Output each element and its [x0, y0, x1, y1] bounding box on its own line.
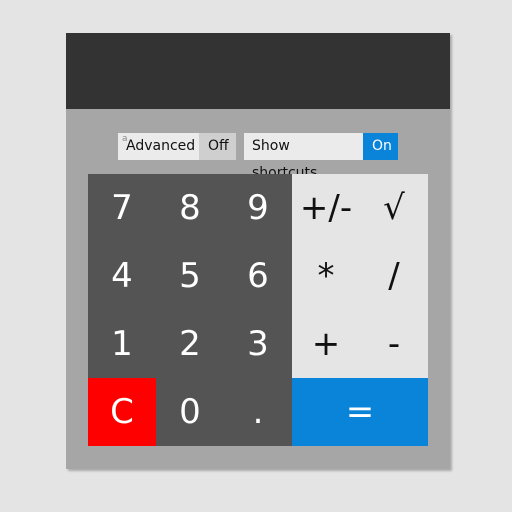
key-subtract[interactable]: -: [360, 310, 428, 378]
key-2[interactable]: 2: [156, 310, 224, 378]
key-5[interactable]: 5: [156, 242, 224, 310]
advanced-toggle[interactable]: a Advanced Off: [118, 133, 236, 160]
show-shortcuts-toggle[interactable]: Show shortcuts On: [244, 133, 398, 181]
advanced-toggle-label: Advanced: [126, 138, 196, 154]
advanced-toggle-label-box: a Advanced: [118, 133, 199, 160]
key-add[interactable]: +: [292, 310, 360, 378]
key-9[interactable]: 9: [224, 174, 292, 242]
key-6[interactable]: 6: [224, 242, 292, 310]
key-divide[interactable]: /: [360, 242, 428, 310]
key-square-root[interactable]: √: [360, 174, 428, 242]
keypad: underscore r 7 8 9 +/- √ 4 5 6 * / 1 2 3…: [88, 174, 428, 446]
key-1[interactable]: 1: [88, 310, 156, 378]
key-multiply[interactable]: *: [292, 242, 360, 310]
key-sign-toggle[interactable]: +/-: [292, 174, 360, 242]
advanced-shortcut-hint: a: [122, 134, 128, 144]
key-clear[interactable]: C: [88, 378, 156, 446]
key-equals[interactable]: =: [292, 378, 428, 446]
show-shortcuts-toggle-state[interactable]: On: [363, 133, 398, 160]
key-0[interactable]: 0: [156, 378, 224, 446]
show-shortcuts-toggle-label: Show shortcuts: [244, 133, 363, 181]
key-4[interactable]: 4: [88, 242, 156, 310]
key-7[interactable]: 7: [88, 174, 156, 242]
key-3[interactable]: 3: [224, 310, 292, 378]
key-8[interactable]: 8: [156, 174, 224, 242]
key-decimal[interactable]: .: [224, 378, 292, 446]
calculator-window: a Advanced Off Show shortcuts On undersc…: [66, 33, 450, 469]
calculator-display: [66, 33, 450, 109]
advanced-toggle-state[interactable]: Off: [199, 133, 236, 160]
